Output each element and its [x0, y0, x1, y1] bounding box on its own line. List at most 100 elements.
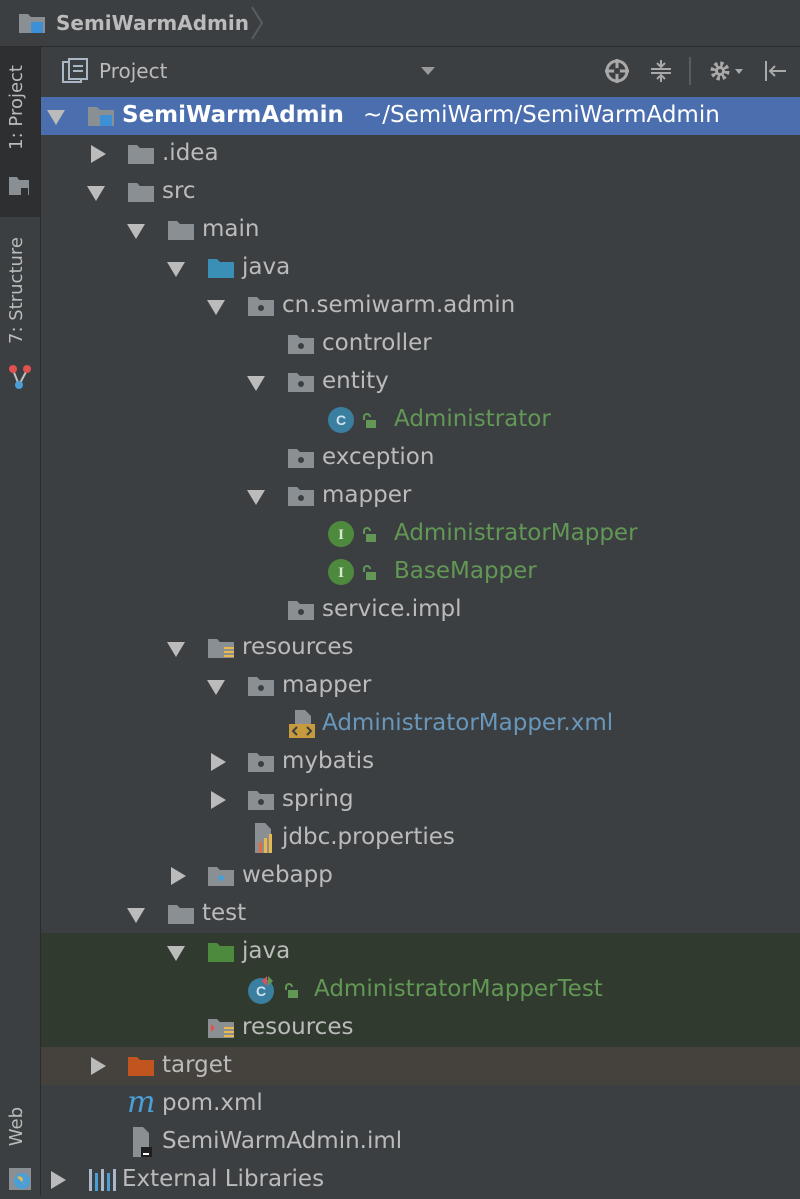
gear-icon — [710, 61, 743, 81]
test-class-icon: C — [248, 976, 274, 1004]
tree-item-exception[interactable]: exception — [41, 439, 800, 477]
collapse-arrow-icon[interactable] — [211, 791, 226, 809]
expand-arrow-icon[interactable] — [127, 908, 145, 923]
tree-item-test[interactable]: test — [41, 895, 800, 933]
tree-item-test-resources[interactable]: resources — [41, 1009, 800, 1047]
tree-item-label: java — [242, 938, 291, 964]
expand-arrow-icon[interactable] — [87, 186, 105, 201]
package-icon — [248, 297, 274, 316]
tree-item-label: controller — [322, 330, 432, 356]
expand-arrow-icon[interactable] — [47, 110, 65, 125]
collapse-arrow-icon[interactable] — [171, 867, 186, 885]
crosshair-icon — [605, 59, 629, 83]
tree-item-administrator-mapper[interactable]: I AdministratorMapper — [41, 515, 800, 553]
iml-file-icon — [133, 1127, 152, 1157]
expand-arrow-icon[interactable] — [247, 490, 265, 505]
tree-item-pom[interactable]: m pom.xml — [41, 1085, 800, 1123]
tree-item-entity[interactable]: entity — [41, 363, 800, 401]
structure-icon — [9, 365, 31, 389]
web-globe-icon — [9, 1168, 31, 1190]
expand-arrow-icon[interactable] — [167, 262, 185, 277]
tree-item-label: exception — [322, 444, 435, 470]
hide-panel-button[interactable] — [761, 57, 789, 85]
panel-title[interactable]: Project — [99, 59, 167, 83]
tree-item-label: service.impl — [322, 596, 462, 622]
package-icon — [248, 753, 274, 772]
tree-item-mapper[interactable]: mapper — [41, 477, 800, 515]
tree-item-label: entity — [322, 368, 389, 394]
tree-item-spring[interactable]: spring — [41, 781, 800, 819]
expand-arrow-icon[interactable] — [207, 680, 225, 695]
tree-item-iml[interactable]: SemiWarmAdmin.iml — [41, 1123, 800, 1161]
source-folder-icon — [208, 259, 234, 278]
tree-item-jdbc-properties[interactable]: jdbc.properties — [41, 819, 800, 857]
tree-item-java-source-root[interactable]: java — [41, 249, 800, 287]
tree-item-label: resources — [242, 634, 354, 660]
xml-file-icon — [289, 710, 315, 738]
class-icon: C — [328, 407, 354, 433]
package-icon — [288, 601, 314, 620]
view-dropdown-arrow-icon[interactable] — [421, 67, 435, 75]
tree-item-main[interactable]: main — [41, 211, 800, 249]
tree-item-resources-mapper[interactable]: mapper — [41, 667, 800, 705]
tree-item-label: src — [162, 178, 196, 204]
tree-item-external-libraries[interactable]: External Libraries — [41, 1161, 800, 1199]
expand-arrow-icon[interactable] — [207, 300, 225, 315]
tree-item-label: AdministratorMapper — [394, 520, 638, 546]
tree-item-resources[interactable]: resources — [41, 629, 800, 667]
project-panel-header: Project — [41, 47, 800, 96]
breadcrumb[interactable]: SemiWarmAdmin — [18, 10, 249, 36]
tab-web[interactable]: Web — [0, 1097, 40, 1196]
collapse-arrow-icon[interactable] — [91, 1057, 106, 1075]
expand-arrow-icon[interactable] — [247, 376, 265, 391]
tree-item-service-impl[interactable]: service.impl — [41, 591, 800, 629]
tree-item-label: BaseMapper — [394, 558, 537, 584]
module-folder-icon — [19, 14, 45, 33]
folder-icon — [168, 905, 194, 924]
collapse-arrow-icon[interactable] — [211, 753, 226, 771]
tree-item-src[interactable]: src — [41, 173, 800, 211]
expand-arrow-icon[interactable] — [127, 224, 145, 239]
tree-item-idea[interactable]: .idea — [41, 135, 800, 173]
web-folder-icon — [208, 867, 234, 886]
package-icon — [288, 449, 314, 468]
tree-item-root[interactable]: SemiWarmAdmin ~/SemiWarm/SemiWarmAdmin — [41, 97, 800, 135]
unlock-icon — [285, 983, 298, 998]
collapse-all-button[interactable] — [647, 57, 675, 85]
navigation-bar: SemiWarmAdmin — [0, 0, 800, 47]
tree-item-administrator[interactable]: C Administrator — [41, 401, 800, 439]
tree-item-package[interactable]: cn.semiwarm.admin — [41, 287, 800, 325]
header-separator — [689, 57, 691, 85]
properties-file-icon — [255, 823, 272, 853]
locate-file-button[interactable] — [603, 57, 631, 85]
tree-item-label: target — [162, 1052, 232, 1078]
breadcrumb-project[interactable]: SemiWarmAdmin — [56, 11, 249, 35]
tree-item-administrator-mapper-xml[interactable]: AdministratorMapper.xml — [41, 705, 800, 743]
tree-item-target[interactable]: target — [41, 1047, 800, 1085]
settings-button[interactable] — [705, 57, 749, 85]
tab-structure[interactable]: 7: Structure — [0, 227, 40, 397]
collapse-arrow-icon[interactable] — [91, 145, 106, 163]
package-icon — [248, 677, 274, 696]
tree-item-webapp[interactable]: webapp — [41, 857, 800, 895]
tab-project-label: 1: Project — [6, 65, 27, 150]
tree-item-label: webapp — [242, 862, 333, 888]
tree-item-mybatis[interactable]: mybatis — [41, 743, 800, 781]
tree-item-administrator-mapper-test[interactable]: C AdministratorMapperTest — [41, 971, 800, 1009]
tool-window-strip: 1: Project 7: Structure Web — [0, 47, 41, 1196]
project-tree[interactable]: SemiWarmAdmin ~/SemiWarm/SemiWarmAdmin .… — [41, 95, 800, 1196]
test-resources-folder-icon — [208, 1019, 234, 1038]
tree-item-test-java[interactable]: java — [41, 933, 800, 971]
svg-text:I: I — [338, 527, 344, 543]
expand-arrow-icon[interactable] — [167, 642, 185, 657]
tree-item-label: test — [202, 900, 247, 926]
collapse-arrow-icon[interactable] — [51, 1171, 66, 1189]
tab-project[interactable]: 1: Project — [0, 47, 40, 217]
expand-arrow-icon[interactable] — [167, 946, 185, 961]
interface-icon: I — [328, 521, 354, 547]
tree-item-controller[interactable]: controller — [41, 325, 800, 363]
tree-item-base-mapper[interactable]: I BaseMapper — [41, 553, 800, 591]
tree-item-label: spring — [282, 786, 354, 812]
tab-structure-label: 7: Structure — [6, 237, 27, 344]
maven-icon: m — [127, 1085, 156, 1120]
